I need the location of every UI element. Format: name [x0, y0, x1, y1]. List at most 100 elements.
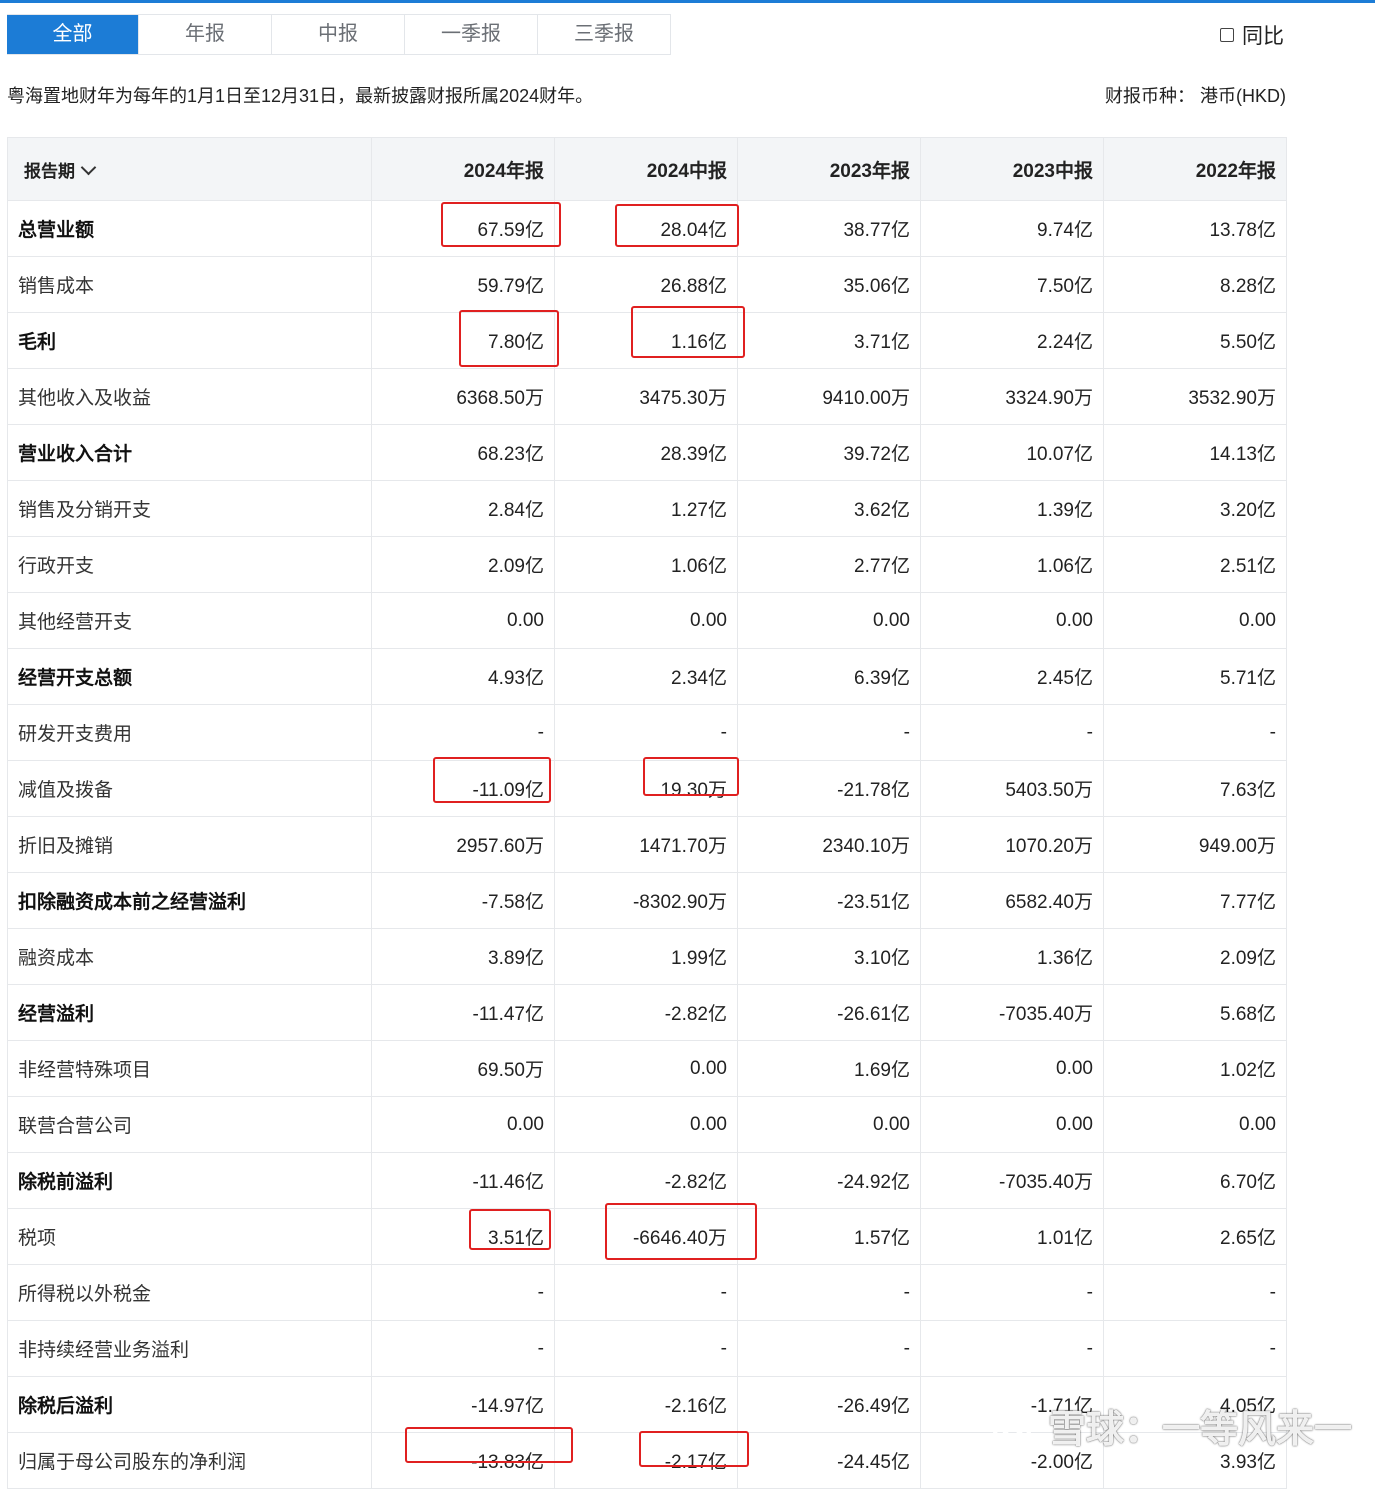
table-row: 行政开支 2.09亿 1.06亿 2.77亿 1.06亿 2.51亿 — [7, 536, 1287, 593]
table-row: 税项 3.51亿 -6646.40万 1.57亿 1.01亿 2.65亿 — [7, 1208, 1287, 1265]
table-cell: 3532.90万 — [1103, 368, 1287, 425]
table-cell: 13.78亿 — [1103, 200, 1287, 257]
table-cell: 0.00 — [737, 1096, 921, 1153]
tab-interim[interactable]: 中报 — [271, 15, 404, 54]
column-header: 2023中报 — [920, 137, 1104, 201]
table-cell: 0.00 — [920, 592, 1104, 649]
table-cell: 0.00 — [920, 1040, 1104, 1097]
table-cell: 3.62亿 — [737, 480, 921, 537]
table-cell: 4.93亿 — [371, 648, 555, 705]
table-row: 其他经营开支 0.00 0.00 0.00 0.00 0.00 — [7, 592, 1287, 649]
table-cell: 35.06亿 — [737, 256, 921, 313]
yoy-label: 同比 — [1242, 25, 1284, 48]
table-cell: - — [371, 1264, 555, 1321]
table-cell: -26.61亿 — [737, 984, 921, 1041]
table-cell: 9410.00万 — [737, 368, 921, 425]
table-row: 除税前溢利 -11.46亿 -2.82亿 -24.92亿 -7035.40万 6.70亿 — [7, 1152, 1287, 1209]
row-label: 扣除融资成本前之经营溢利 — [7, 872, 372, 929]
row-label: 减值及拨备 — [7, 760, 372, 817]
table-row: 非持续经营业务溢利 - - - - - — [7, 1320, 1287, 1377]
table-cell: 3.89亿 — [371, 928, 555, 985]
row-label: 总营业额 — [7, 200, 372, 257]
snowball-logo-icon — [992, 1405, 1034, 1446]
table-cell: 0.00 — [554, 592, 738, 649]
table-cell: 5.71亿 — [1103, 648, 1287, 705]
watermark: 雪球：一等风来一 — [990, 1398, 1352, 1453]
tab-q1[interactable]: 一季报 — [404, 15, 537, 54]
table-cell: 0.00 — [371, 1096, 555, 1153]
period-selector[interactable]: 报告期 — [7, 137, 372, 201]
table-cell: -23.51亿 — [737, 872, 921, 929]
table-cell: 2340.10万 — [737, 816, 921, 873]
table-cell: -26.49亿 — [737, 1376, 921, 1433]
table-cell: 3.10亿 — [737, 928, 921, 985]
table-row: 非经营特殊项目 69.50万 0.00 1.69亿 0.00 1.02亿 — [7, 1040, 1287, 1097]
row-label: 折旧及摊销 — [7, 816, 372, 873]
period-header-label: 报告期 — [24, 161, 75, 181]
table-cell: 2.84亿 — [371, 480, 555, 537]
table-cell: - — [737, 1320, 921, 1377]
yoy-checkbox[interactable] — [1220, 28, 1234, 42]
fiscal-year-note: 粤海置地财年为每年的1月1日至12月31日，最新披露财报所属2024财年。 — [7, 86, 594, 106]
row-label: 所得税以外税金 — [7, 1264, 372, 1321]
table-row: 销售成本 59.79亿 26.88亿 35.06亿 7.50亿 8.28亿 — [7, 256, 1287, 313]
table-cell: -2.82亿 — [554, 984, 738, 1041]
table-cell: -11.47亿 — [371, 984, 555, 1041]
table-cell: 3.20亿 — [1103, 480, 1287, 537]
table-cell: -2.16亿 — [554, 1376, 738, 1433]
table-cell: -21.78亿 — [737, 760, 921, 817]
table-cell: 0.00 — [554, 1096, 738, 1153]
table-cell: 7.77亿 — [1103, 872, 1287, 929]
column-header: 2024年报 — [371, 137, 555, 201]
table-cell: - — [554, 1264, 738, 1321]
table-cell: 38.77亿 — [737, 200, 921, 257]
income-statement-table: 报告期 2024年报 2024中报 2023年报 2023中报 2022年报 总… — [7, 137, 1287, 1489]
table-cell: 7.80亿 — [371, 312, 555, 369]
table-cell: 1.02亿 — [1103, 1040, 1287, 1097]
table-cell: - — [1103, 704, 1287, 761]
table-cell: 3475.30万 — [554, 368, 738, 425]
table-cell: 2.09亿 — [1103, 928, 1287, 985]
table-row: 毛利 7.80亿 1.16亿 3.71亿 2.24亿 5.50亿 — [7, 312, 1287, 369]
tab-annual[interactable]: 年报 — [138, 15, 271, 54]
table-cell: 1.06亿 — [920, 536, 1104, 593]
table-cell: -24.92亿 — [737, 1152, 921, 1209]
table-cell: -24.45亿 — [737, 1432, 921, 1489]
table-cell: 7.50亿 — [920, 256, 1104, 313]
tab-q3[interactable]: 三季报 — [537, 15, 670, 54]
table-cell: 1.39亿 — [920, 480, 1104, 537]
row-label: 税项 — [7, 1208, 372, 1265]
table-cell: - — [554, 704, 738, 761]
table-row: 研发开支费用 - - - - - — [7, 704, 1287, 761]
table-cell: 1.99亿 — [554, 928, 738, 985]
table-cell: 3324.90万 — [920, 368, 1104, 425]
table-cell: - — [920, 1320, 1104, 1377]
tab-all[interactable]: 全部 — [7, 15, 138, 54]
table-cell: - — [371, 1320, 555, 1377]
table-cell: 1.16亿 — [554, 312, 738, 369]
chevron-down-icon — [80, 159, 97, 175]
table-cell: 6582.40万 — [920, 872, 1104, 929]
table-cell: 0.00 — [1103, 1096, 1287, 1153]
table-cell: -8302.90万 — [554, 872, 738, 929]
row-label: 行政开支 — [7, 536, 372, 593]
table-row: 融资成本 3.89亿 1.99亿 3.10亿 1.36亿 2.09亿 — [7, 928, 1287, 985]
table-cell: 10.07亿 — [920, 424, 1104, 481]
table-cell: 3.71亿 — [737, 312, 921, 369]
table-cell: 2.24亿 — [920, 312, 1104, 369]
table-cell: 5.68亿 — [1103, 984, 1287, 1041]
row-label: 销售及分销开支 — [7, 480, 372, 537]
table-cell: 1070.20万 — [920, 816, 1104, 873]
table-cell: 8.28亿 — [1103, 256, 1287, 313]
table-row: 销售及分销开支 2.84亿 1.27亿 3.62亿 1.39亿 3.20亿 — [7, 480, 1287, 537]
table-cell: 9.74亿 — [920, 200, 1104, 257]
table-cell: 7.63亿 — [1103, 760, 1287, 817]
table-cell: 949.00万 — [1103, 816, 1287, 873]
table-cell: 3.51亿 — [371, 1208, 555, 1265]
table-cell: 2.09亿 — [371, 536, 555, 593]
row-label: 毛利 — [7, 312, 372, 369]
yoy-toggle[interactable]: 同比 — [1220, 20, 1284, 50]
table-cell: 28.04亿 — [554, 200, 738, 257]
table-cell: 1.27亿 — [554, 480, 738, 537]
table-cell: -13.83亿 — [371, 1432, 555, 1489]
